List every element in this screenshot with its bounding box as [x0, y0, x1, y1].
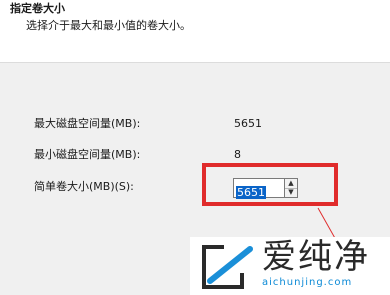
logo-icon — [202, 245, 253, 289]
min-space-value: 8 — [234, 148, 241, 161]
watermark-brand: 爱纯净 — [262, 237, 370, 277]
watermark: 爱纯净 aichunjing.com — [190, 237, 390, 295]
spin-down-icon[interactable]: ▼ — [285, 188, 297, 197]
page-title: 指定卷大小 — [10, 2, 65, 15]
volume-size-value: 5651 — [236, 186, 266, 199]
volume-size-input[interactable]: 5651 — [233, 178, 285, 199]
volume-size-spinner[interactable]: ▲ ▼ — [285, 178, 298, 198]
wizard-header: 指定卷大小 选择介于最大和最小值的卷大小。 — [0, 0, 390, 63]
watermark-url: aichunjing.com — [262, 277, 353, 288]
min-space-label: 最小磁盘空间量(MB): — [34, 148, 141, 161]
max-space-label: 最大磁盘空间量(MB): — [34, 117, 141, 130]
page-subtitle: 选择介于最大和最小值的卷大小。 — [26, 19, 191, 32]
volume-size-label: 简单卷大小(MB)(S): — [34, 180, 134, 193]
max-space-value: 5651 — [234, 117, 262, 130]
